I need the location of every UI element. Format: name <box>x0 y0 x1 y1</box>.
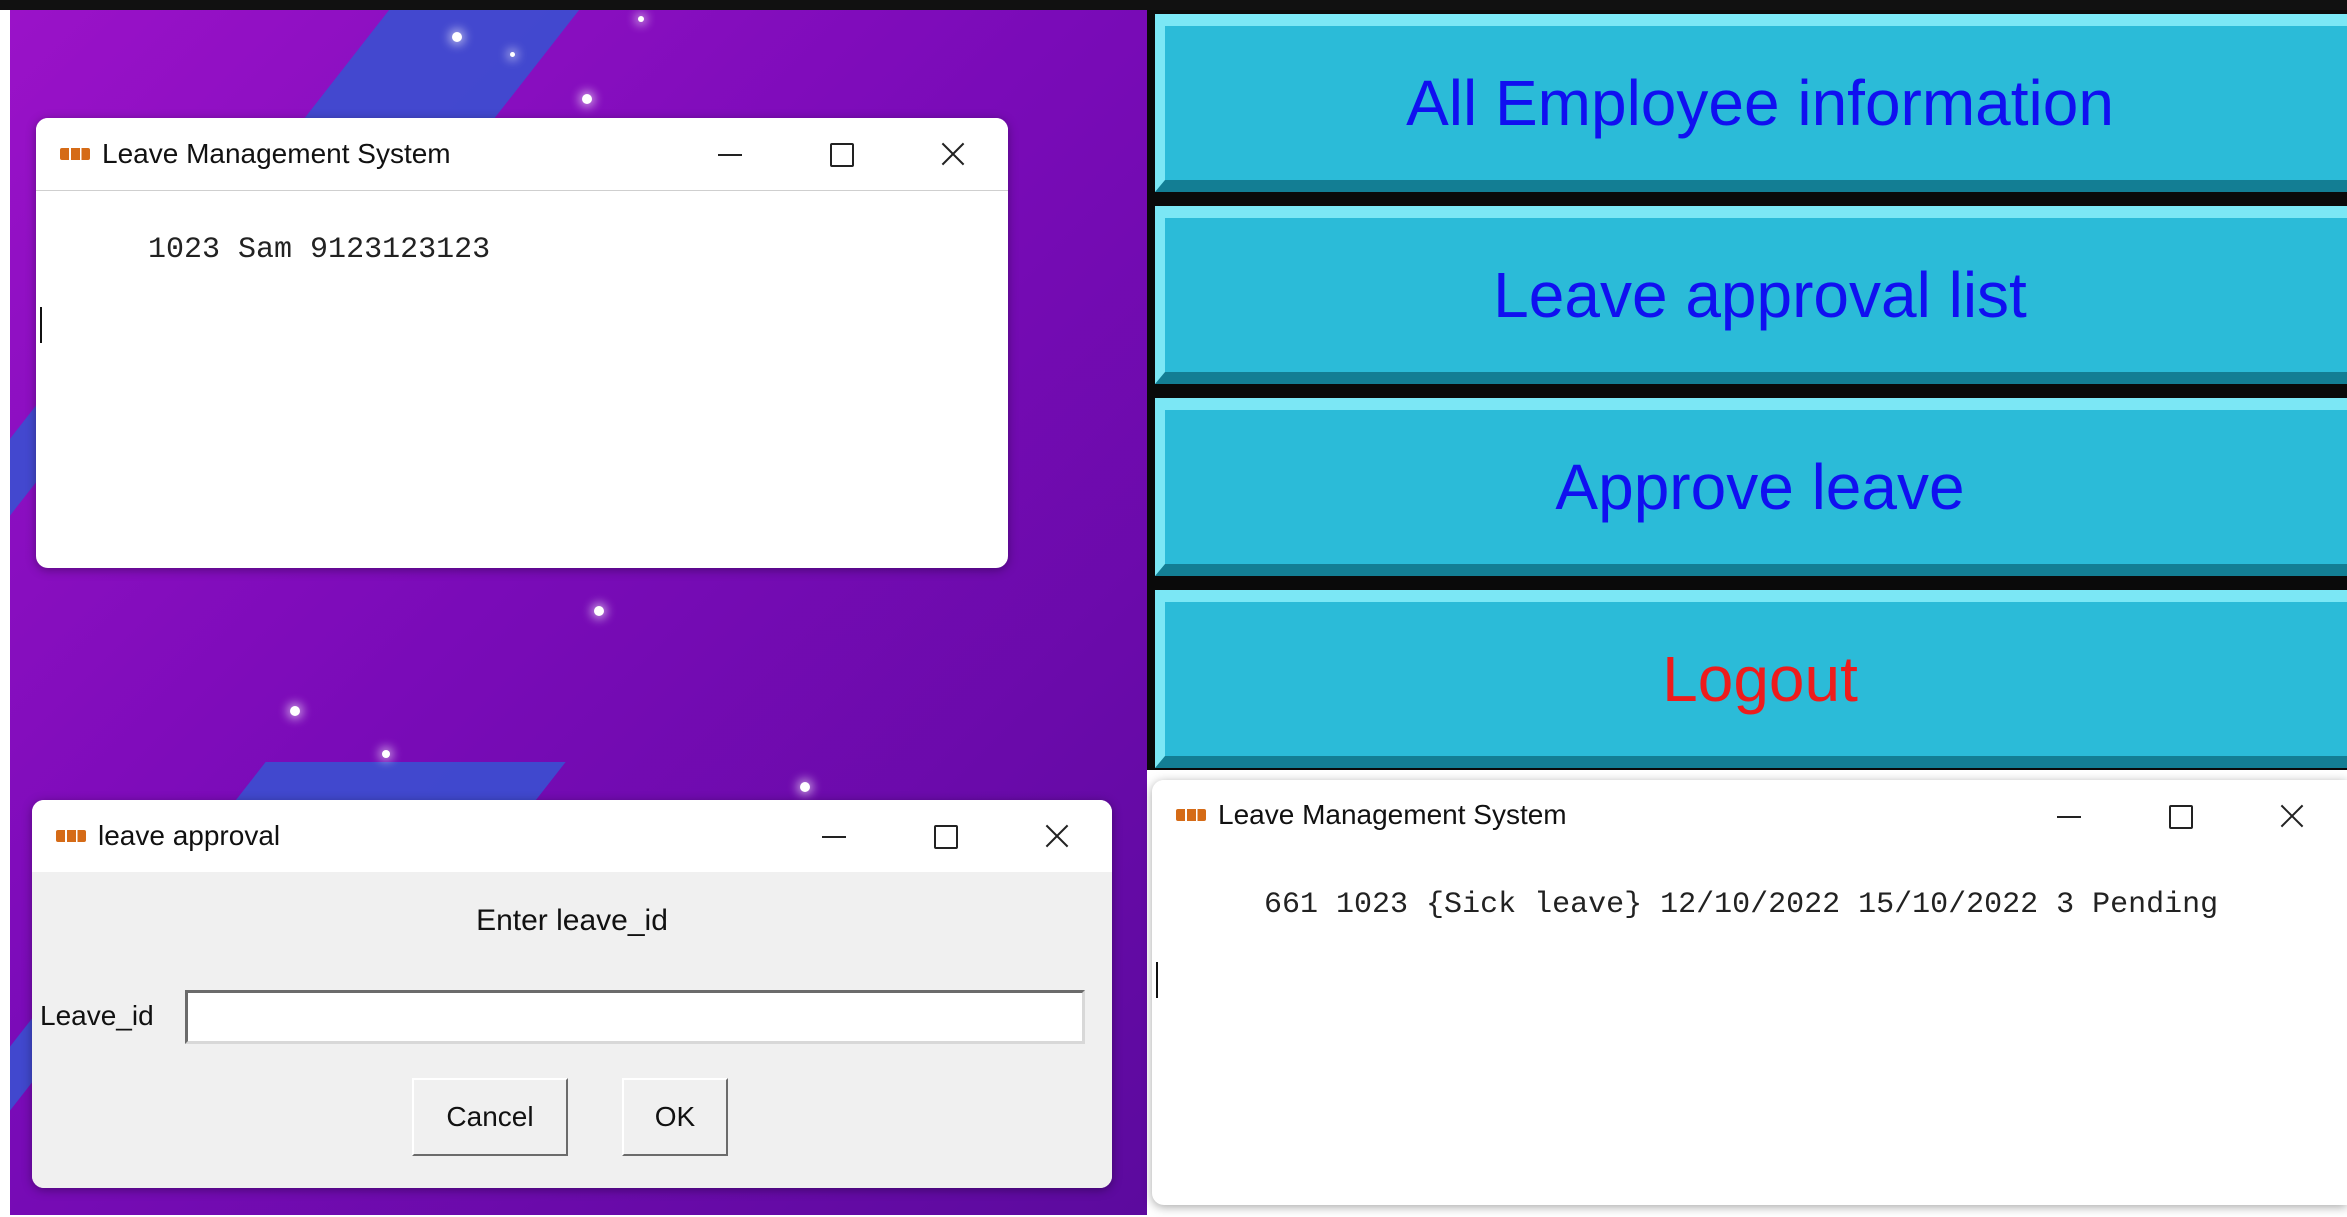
minimize-icon[interactable] <box>776 800 888 872</box>
wallpaper-sparkle <box>800 782 810 792</box>
ok-button[interactable]: OK <box>622 1078 728 1156</box>
maximize-icon[interactable] <box>2123 780 2235 852</box>
dialog-title: leave approval <box>98 820 281 851</box>
enter-leave-id-prompt: Enter leave_id <box>476 904 668 937</box>
leave-list-text-area[interactable]: 661 1023 {Sick leave} 12/10/2022 15/10/2… <box>1152 850 2347 1074</box>
approve-leave-button[interactable]: Approve leave <box>1155 398 2347 576</box>
app-icon <box>56 830 86 842</box>
screen: All Employee information Leave approval … <box>0 0 2347 1217</box>
wallpaper-stripe <box>295 10 595 130</box>
employee-record-text: 1023 Sam 9123123123 <box>148 233 491 267</box>
window-controls <box>776 800 1112 872</box>
cancel-button[interactable]: Cancel <box>412 1078 568 1156</box>
main-menu-panel: All Employee information Leave approval … <box>1147 10 2347 770</box>
dialog-titlebar[interactable]: leave approval <box>32 800 1112 872</box>
close-icon[interactable] <box>2235 780 2347 852</box>
logout-button[interactable]: Logout <box>1155 590 2347 768</box>
wallpaper-sparkle <box>594 606 604 616</box>
wallpaper-sparkle <box>290 706 300 716</box>
wallpaper-sparkle <box>452 32 462 42</box>
employee-info-text-area[interactable]: 1023 Sam 9123123123 <box>36 191 1008 419</box>
wallpaper-stripe <box>234 762 566 802</box>
maximize-icon[interactable] <box>784 118 896 190</box>
minimize-icon[interactable] <box>672 118 784 190</box>
leave-approval-list-button[interactable]: Leave approval list <box>1155 206 2347 384</box>
leave-approval-dialog: leave approval Enter leave_id Leave_id C… <box>32 800 1112 1188</box>
close-icon[interactable] <box>1000 800 1112 872</box>
wallpaper-sparkle <box>638 16 644 22</box>
window-titlebar[interactable]: Leave Management System <box>36 118 1008 191</box>
app-icon <box>1176 809 1206 821</box>
text-cursor <box>40 307 42 343</box>
leave-id-label: Leave_id <box>40 1000 154 1031</box>
dialog-body: Enter leave_id Leave_id Cancel OK <box>32 872 1112 1188</box>
wallpaper-sparkle <box>582 94 592 104</box>
top-border <box>0 0 2347 10</box>
text-cursor <box>1156 962 1158 998</box>
app-icon <box>60 148 90 160</box>
maximize-icon[interactable] <box>888 800 1000 872</box>
wallpaper-sparkle <box>382 750 390 758</box>
employee-info-window: Leave Management System 1023 Sam 9123123… <box>36 118 1008 568</box>
close-icon[interactable] <box>896 118 1008 190</box>
window-controls <box>672 118 1008 190</box>
leave-record-text: 661 1023 {Sick leave} 12/10/2022 15/10/2… <box>1264 888 2219 922</box>
window-title: Leave Management System <box>1218 799 1567 830</box>
window-title: Leave Management System <box>102 138 451 169</box>
wallpaper-sparkle <box>510 52 515 57</box>
window-titlebar[interactable]: Leave Management System <box>1152 780 2347 850</box>
leave-list-window: Leave Management System 661 1023 {Sick l… <box>1152 780 2347 1205</box>
all-employee-info-button[interactable]: All Employee information <box>1155 14 2347 192</box>
window-controls <box>2011 780 2347 852</box>
leave-id-input[interactable] <box>185 990 1085 1044</box>
minimize-icon[interactable] <box>2011 780 2123 852</box>
